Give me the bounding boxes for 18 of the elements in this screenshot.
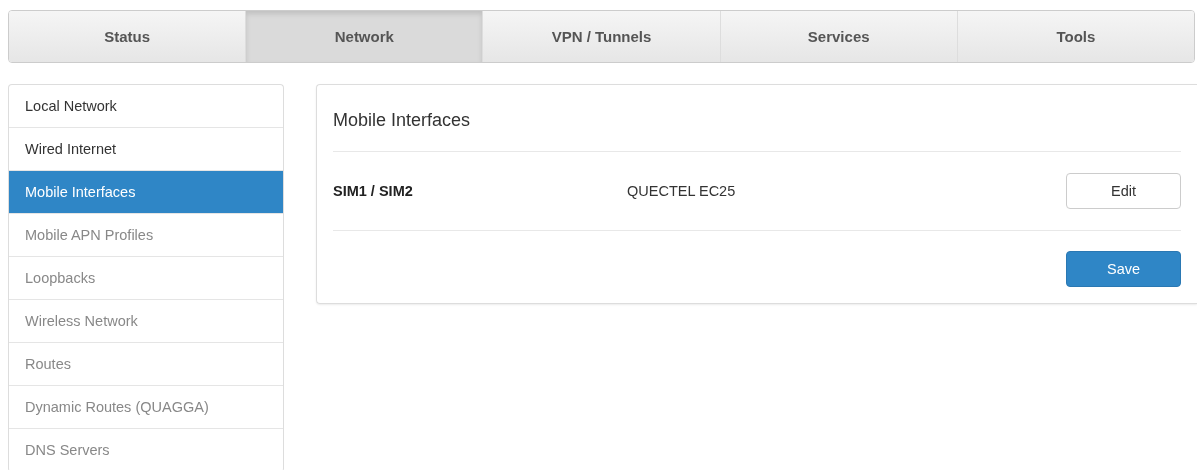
modem-name: QUECTEL EC25 bbox=[627, 183, 737, 199]
sidebar-item[interactable]: Routes bbox=[9, 343, 283, 386]
sidebar-item[interactable]: Wireless Network bbox=[9, 300, 283, 343]
edit-button[interactable]: Edit bbox=[1066, 173, 1181, 209]
sidebar-item[interactable]: Mobile Interfaces bbox=[9, 171, 283, 214]
nav-tab[interactable]: Network bbox=[246, 11, 484, 62]
sidebar-item[interactable]: Mobile APN Profiles bbox=[9, 214, 283, 257]
sidebar-item[interactable]: DNS Servers bbox=[9, 429, 283, 470]
nav-tab[interactable]: Status bbox=[9, 11, 247, 62]
interface-name: SIM1 / SIM2 bbox=[333, 183, 414, 199]
sidebar-item[interactable]: Loopbacks bbox=[9, 257, 283, 300]
save-button[interactable]: Save bbox=[1066, 251, 1181, 287]
nav-tab[interactable]: Services bbox=[720, 11, 958, 62]
sidebar-item[interactable]: Local Network bbox=[9, 85, 283, 128]
panel-title: Mobile Interfaces bbox=[333, 85, 1181, 152]
sidebar-item[interactable]: Dynamic Routes (QUAGGA) bbox=[9, 386, 283, 429]
nav-tab[interactable]: VPN / Tunnels bbox=[483, 11, 721, 62]
nav-tab[interactable]: Tools bbox=[957, 11, 1194, 62]
